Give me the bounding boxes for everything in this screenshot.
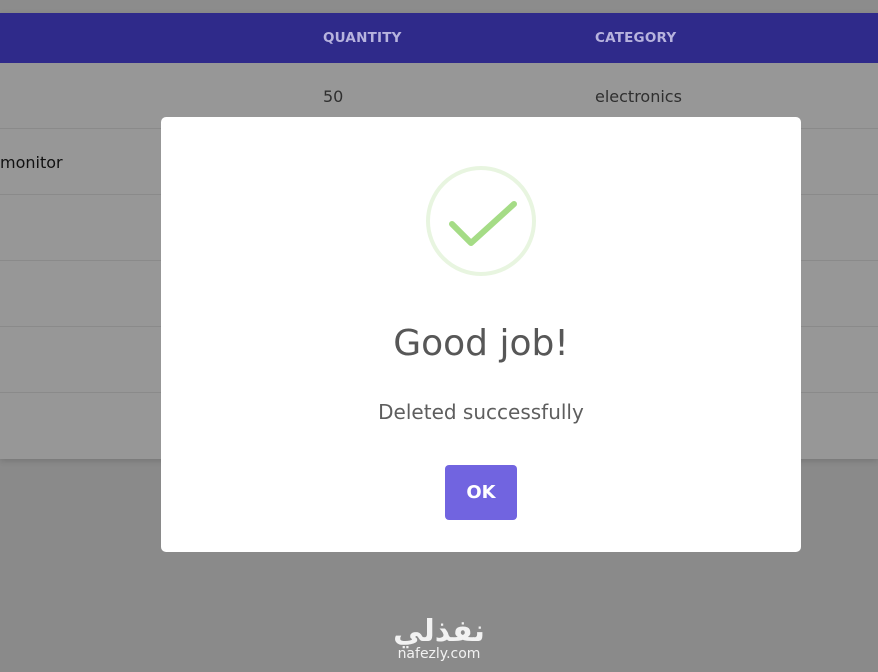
success-check-icon [426, 166, 536, 276]
header-category: CATEGORY [595, 30, 677, 46]
success-dialog: Good job! Deleted successfully OK [161, 117, 801, 552]
ok-button[interactable]: OK [445, 465, 517, 520]
table-header: QUANTITY CATEGORY [0, 13, 878, 63]
dialog-title: Good job! [393, 323, 569, 364]
watermark-url: nafezly.com [397, 646, 481, 662]
header-quantity: QUANTITY [323, 30, 402, 46]
top-strip [0, 0, 878, 13]
dialog-message: Deleted successfully [378, 400, 584, 424]
cell-quantity: 50 [323, 87, 344, 106]
cell-category: electronics [595, 87, 682, 106]
watermark-arabic: نفذلي [393, 614, 485, 649]
cell-name: monitor [0, 153, 63, 172]
watermark: نفذلي nafezly.com [386, 614, 492, 662]
